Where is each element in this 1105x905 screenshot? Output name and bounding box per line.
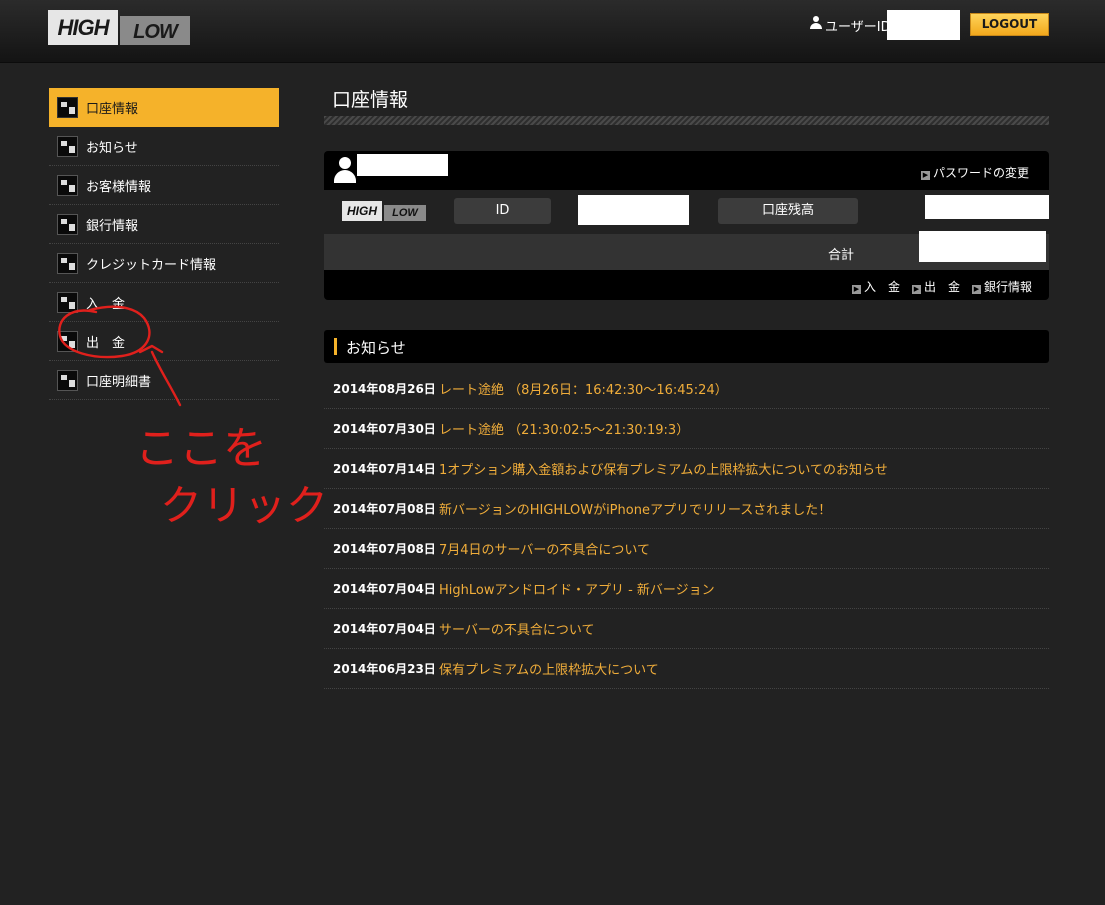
news-date: 2014年07月04日 [333, 622, 436, 636]
arrow-right-icon: ▶ [852, 285, 861, 294]
list-item: 2014年07月14日 1オプション購入金額および保有プレミアムの上限枠拡大につ… [324, 449, 1049, 489]
account-panel-header: ▶ パスワードの変更 [324, 151, 1049, 189]
highlow-small-logo: HIGH LOW [342, 201, 426, 221]
small-logo-low: LOW [384, 205, 426, 221]
sidebar-item-bank-info[interactable]: 銀行情報 [49, 205, 279, 244]
total-row: 合計 [324, 231, 1049, 270]
total-label: 合計 [828, 248, 855, 263]
news-link[interactable]: 1オプション購入金額および保有プレミアムの上限枠拡大についてのお知らせ [439, 459, 888, 478]
total-value-redacted [919, 231, 1046, 262]
sidebar-item-statement[interactable]: 口座明細書 [49, 361, 279, 400]
arrow-right-icon: ▶ [920, 171, 930, 180]
bank-info-icon [57, 213, 78, 235]
news-date: 2014年07月14日 [333, 462, 436, 476]
list-item: 2014年07月08日 新バージョンのHIGHLOWがiPhoneアプリでリリー… [324, 489, 1049, 529]
bank-info-link[interactable]: ▶ 銀行情報 [972, 278, 1032, 295]
news-date: 2014年07月30日 [333, 422, 436, 436]
annotation-text-line1: ここを [135, 423, 267, 474]
change-password-label: パスワードの変更 [932, 166, 1029, 180]
sidebar-item-label: 口座情報 [86, 101, 139, 117]
user-id-label: ユーザーID [825, 20, 891, 35]
sidebar-item-account-info[interactable]: 口座情報 [49, 88, 279, 127]
news-date: 2014年08月26日 [333, 382, 436, 396]
sidebar-item-label: お知らせ [86, 140, 138, 156]
logo-high-text: HIGH [48, 10, 118, 45]
logo-low-text: LOW [120, 16, 190, 45]
deposit-link[interactable]: ▶ 入 金 [852, 278, 900, 295]
deposit-link-label: 入 金 [864, 280, 901, 294]
list-item: 2014年08月26日 レート途絶 （8月26日：16:42:30～16:45:… [324, 369, 1049, 409]
list-item: 2014年07月04日 HighLowアンドロイド・アプリ - 新バージョン [324, 569, 1049, 609]
customer-info-icon [57, 174, 78, 196]
small-logo-high: HIGH [342, 201, 382, 221]
arrow-right-icon: ▶ [912, 285, 921, 294]
sidebar-item-label: クレジットカード情報 [86, 257, 217, 273]
title-divider [324, 116, 1049, 125]
list-item: 2014年06月23日 保有プレミアムの上限枠拡大について [324, 649, 1049, 689]
change-password-link[interactable]: ▶ パスワードの変更 [920, 164, 1029, 181]
sidebar-item-deposit[interactable]: 入 金 [49, 283, 279, 322]
sidebar-item-label: お客様情報 [86, 179, 152, 195]
user-icon [810, 16, 822, 30]
news-accent-bar [334, 338, 337, 355]
credit-card-icon [57, 252, 78, 274]
sidebar-item-notice[interactable]: お知らせ [49, 127, 279, 166]
page-title: 口座情報 [332, 89, 409, 111]
arrow-right-icon: ▶ [972, 285, 981, 294]
annotation-text-line2: クリック [160, 481, 328, 530]
avatar-icon [334, 157, 356, 183]
sidebar-item-customer-info[interactable]: お客様情報 [49, 166, 279, 205]
news-date: 2014年07月08日 [333, 542, 436, 556]
news-link[interactable]: 保有プレミアムの上限枠拡大について [439, 659, 659, 678]
account-id-value-redacted [578, 195, 689, 225]
user-id-value-redacted [887, 10, 960, 40]
news-list: 2014年08月26日 レート途絶 （8月26日：16:42:30～16:45:… [324, 369, 1049, 689]
withdrawal-icon [57, 330, 78, 352]
news-link[interactable]: HighLowアンドロイド・アプリ - 新バージョン [439, 579, 715, 598]
news-link[interactable]: 7月4日のサーバーの不具合について [439, 539, 650, 558]
sidebar-item-label: 銀行情報 [86, 218, 139, 234]
news-link[interactable]: サーバーの不具合について [439, 619, 594, 638]
sidebar-item-withdrawal[interactable]: 出 金 [49, 322, 279, 361]
news-date: 2014年06月23日 [333, 662, 436, 676]
list-item: 2014年07月04日 サーバーの不具合について [324, 609, 1049, 649]
id-label: ID [454, 198, 551, 224]
deposit-icon [57, 291, 78, 313]
sidebar-item-credit-card[interactable]: クレジットカード情報 [49, 244, 279, 283]
statement-icon [57, 369, 78, 391]
balance-value-redacted [925, 195, 1049, 219]
news-title: お知らせ [346, 339, 406, 357]
account-links-row: ▶ 入 金 ▶ 出 金 ▶ 銀行情報 [324, 272, 1049, 300]
account-panel: ▶ パスワードの変更 HIGH LOW ID 口座残高 合計 ▶ 入 金 ▶ 出 金 … [324, 151, 1049, 300]
account-info-row: HIGH LOW ID 口座残高 [324, 190, 1049, 234]
list-item: 2014年07月30日 レート途絶 （21:30:02:5～21:30:19:3… [324, 409, 1049, 449]
sidebar-nav: 口座情報 お知らせ お客様情報 銀行情報 クレジットカード情報 入 金 出 金 … [49, 88, 279, 400]
logout-button[interactable]: LOGOUT [970, 13, 1049, 36]
news-date: 2014年07月04日 [333, 582, 436, 596]
account-info-icon [57, 96, 78, 118]
list-item: 2014年07月08日 7月4日のサーバーの不具合について [324, 529, 1049, 569]
sidebar-item-label: 出 金 [86, 335, 126, 351]
withdrawal-link[interactable]: ▶ 出 金 [912, 278, 960, 295]
sidebar-item-label: 入 金 [86, 296, 126, 312]
bank-info-link-label: 銀行情報 [984, 280, 1033, 294]
highlow-logo[interactable]: HIGH LOW [48, 10, 190, 45]
account-name-redacted [357, 154, 448, 176]
news-link[interactable]: レート途絶 （8月26日：16:42:30～16:45:24） [439, 379, 728, 398]
news-date: 2014年07月08日 [333, 502, 436, 516]
withdrawal-link-label: 出 金 [924, 280, 961, 294]
balance-label: 口座残高 [718, 198, 858, 224]
sidebar-item-label: 口座明細書 [86, 374, 152, 390]
news-link[interactable]: レート途絶 （21:30:02:5～21:30:19:3） [439, 419, 689, 438]
news-header: お知らせ [324, 330, 1049, 363]
notice-icon [57, 135, 78, 157]
news-link[interactable]: 新バージョンのHIGHLOWがiPhoneアプリでリリースされました！ [439, 499, 831, 518]
